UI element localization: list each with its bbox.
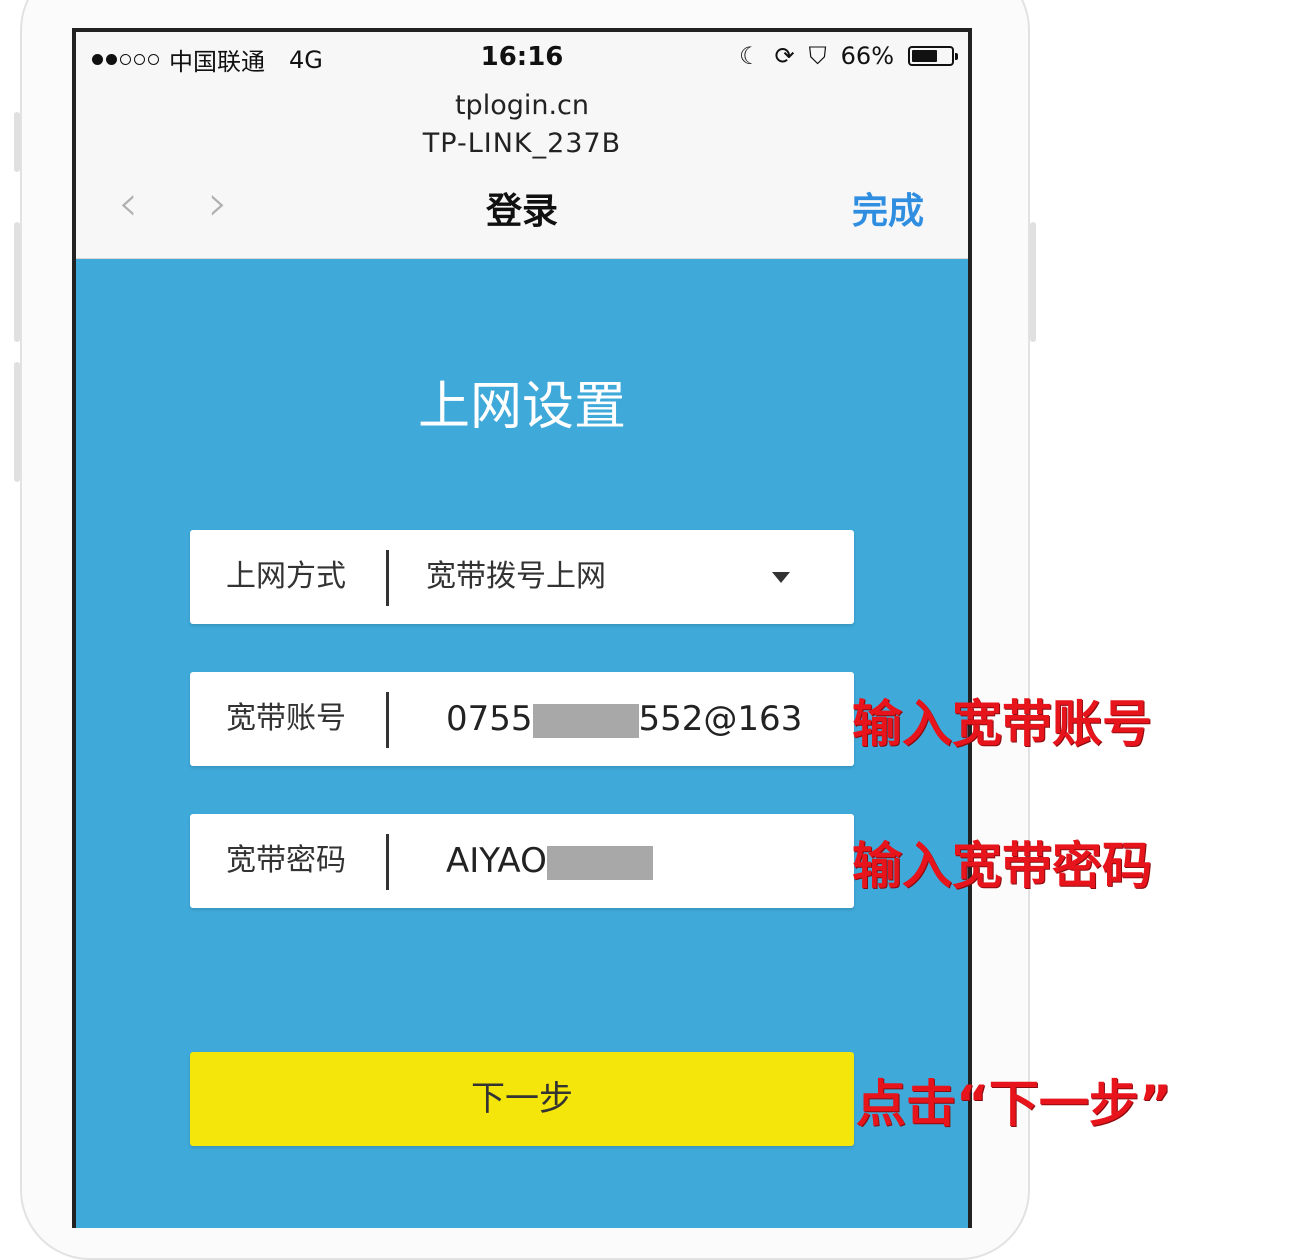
next-step-button[interactable]: 下一步 xyxy=(190,1052,854,1146)
field-divider xyxy=(386,692,389,748)
connection-type-value: 宽带拨号上网 xyxy=(426,559,606,594)
phone-screen: 中国联通 4G 16:16 ☾ ⟳ ⛉ 66% tplogin.cn TP-LI… xyxy=(72,28,972,1228)
password-value-prefix: AIYAO xyxy=(446,841,547,881)
page-title: 上网设置 xyxy=(417,377,626,437)
browser-header: 中国联通 4G 16:16 ☾ ⟳ ⛉ 66% tplogin.cn TP-LI… xyxy=(76,32,968,259)
dropdown-arrow-icon[interactable] xyxy=(772,572,790,583)
battery-percent: 66% xyxy=(840,42,894,70)
shield-icon: ⛉ xyxy=(808,42,827,70)
done-button[interactable]: 完成 xyxy=(852,182,924,234)
annotation-next: 点击“下一步” xyxy=(856,1075,1172,1133)
annotation-account: 输入宽带账号 xyxy=(852,695,1152,753)
volume-down-button xyxy=(14,362,20,482)
status-bar: 中国联通 4G 16:16 ☾ ⟳ ⛉ 66% xyxy=(76,42,968,82)
connection-type-select[interactable]: 上网方式 宽带拨号上网 xyxy=(190,530,854,624)
rotation-lock-icon: ⟳ xyxy=(774,42,795,70)
field-divider xyxy=(386,834,389,890)
battery-icon xyxy=(908,46,958,66)
moon-icon: ☾ xyxy=(739,42,761,70)
annotation-password: 输入宽带密码 xyxy=(852,837,1152,895)
password-field[interactable]: 宽带密码 AIYAO xyxy=(190,814,854,908)
account-field[interactable]: 宽带账号 0755 552@163 xyxy=(190,672,854,766)
connection-type-label: 上网方式 xyxy=(226,559,346,594)
page-url: tplogin.cn xyxy=(454,90,590,121)
mute-switch xyxy=(14,112,20,172)
network-ssid: TP-LINK_237B xyxy=(422,128,622,159)
account-label: 宽带账号 xyxy=(226,701,346,736)
power-button xyxy=(1030,222,1036,342)
password-label: 宽带密码 xyxy=(226,843,346,878)
redaction-block xyxy=(546,845,653,880)
password-input[interactable]: AIYAO xyxy=(446,814,653,908)
account-input[interactable]: 0755 552@163 xyxy=(446,672,802,766)
account-value-prefix: 0755 xyxy=(446,699,533,739)
field-divider xyxy=(386,550,389,606)
volume-up-button xyxy=(14,222,20,342)
browser-title: 登录 xyxy=(485,191,558,232)
redaction-block xyxy=(532,703,639,738)
account-value-suffix: 552@163 xyxy=(638,699,803,739)
